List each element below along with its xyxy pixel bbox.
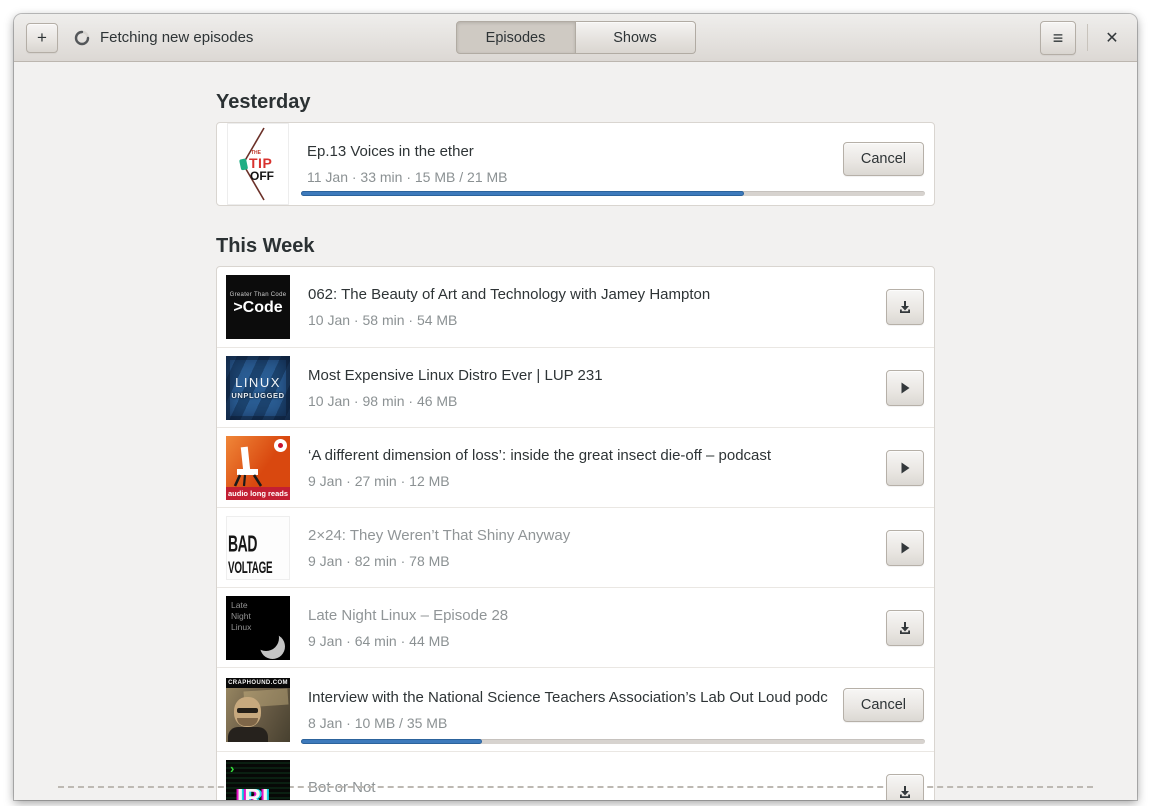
tab-shows[interactable]: Shows (575, 21, 696, 54)
play-icon (901, 382, 910, 393)
podcasts-app-window: + Fetching new episodes Episodes Shows ≡… (14, 14, 1137, 800)
episode-row[interactable]: › IRL Bot or Not (217, 751, 934, 800)
episode-meta: 8 Jan · 10 MB / 35 MB (308, 714, 448, 731)
download-progress-fill (301, 739, 482, 744)
download-progress-bar (301, 191, 925, 196)
episode-meta: 9 Jan · 64 min · 44 MB (308, 632, 450, 649)
podcast-cover-greater-than-code: Greater Than Code >Code (226, 275, 290, 339)
episode-title: Ep.13 Voices in the ether (307, 143, 474, 160)
episode-title: Late Night Linux – Episode 28 (308, 606, 509, 624)
view-switcher: Episodes Shows (455, 21, 696, 54)
portrait-body-graphic (228, 726, 268, 742)
cancel-download-button[interactable]: Cancel (842, 142, 924, 176)
play-episode-button[interactable] (886, 449, 924, 486)
glasses-graphic (237, 707, 258, 713)
beard-graphic (237, 717, 258, 726)
yesterday-card: THE TIP OFF Ep.13 Voices in the ether 11… (216, 122, 935, 206)
status-text: Fetching new episodes (100, 29, 254, 46)
titlebar-separator (1087, 24, 1088, 51)
podcast-cover-linux-unplugged: LINUX UNPLUGGED (226, 355, 290, 420)
tab-episodes[interactable]: Episodes (455, 21, 576, 54)
podcast-cover-audio-long-reads: audio long reads (226, 435, 290, 500)
episode-meta: 10 Jan · 58 min · 54 MB (308, 312, 458, 328)
podcast-cover-bad-voltage: BAD VOLTAGE (226, 515, 290, 580)
episode-title: 2×24: They Weren’t That Shiny Anyway (308, 526, 571, 544)
episode-meta: 9 Jan · 82 min · 78 MB (308, 552, 450, 569)
podcast-cover-late-night-linux: Late Night Linux (226, 595, 290, 660)
episode-title: 062: The Beauty of Art and Technology wi… (308, 286, 711, 303)
episode-title: ‘A different dimension of loss’: inside … (308, 446, 772, 464)
episode-row[interactable]: CRAPHOUND.COM Interview with the Nationa… (217, 667, 934, 751)
episode-row[interactable]: Greater Than Code >Code 062: The Beauty … (217, 267, 934, 347)
episode-row[interactable]: audio long reads ‘A different dimension … (217, 427, 934, 507)
episode-title: Bot or Not (308, 778, 376, 796)
cancel-download-button[interactable]: Cancel (842, 687, 924, 722)
header-right-controls: ≡ ✕ (1040, 20, 1125, 55)
hamburger-icon: ≡ (1052, 27, 1064, 48)
crescent-moon-graphic (253, 624, 285, 659)
play-icon (901, 542, 910, 553)
episode-title: Interview with the National Science Teac… (308, 688, 829, 706)
download-icon (900, 301, 910, 313)
close-window-button[interactable]: ✕ (1099, 25, 1125, 51)
green-chevron-glyph: › (230, 760, 235, 776)
section-heading-this-week: This Week (216, 235, 315, 257)
episode-row[interactable]: BAD VOLTAGE 2×24: They Weren’t That Shin… (217, 507, 934, 587)
download-episode-button[interactable] (886, 289, 924, 325)
add-podcast-button[interactable]: + (26, 22, 58, 53)
podcast-cover-the-tip-off: THE TIP OFF (227, 123, 289, 205)
episode-row[interactable]: THE TIP OFF Ep.13 Voices in the ether 11… (217, 123, 934, 205)
download-icon (900, 785, 910, 798)
episode-meta: 9 Jan · 27 min · 12 MB (308, 472, 450, 489)
guardian-roundel-graphic (274, 438, 287, 452)
download-progress-bar (301, 739, 925, 744)
download-episode-button[interactable] (886, 609, 924, 646)
close-icon: ✕ (1105, 29, 1119, 47)
episode-meta: 10 Jan · 98 min · 46 MB (308, 392, 458, 409)
download-episode-button[interactable] (886, 773, 924, 800)
download-icon (900, 621, 910, 634)
episode-title: Most Expensive Linux Distro Ever | LUP 2… (308, 366, 603, 384)
podcast-cover-irl: › IRL (226, 759, 290, 800)
episode-row[interactable]: LINUX UNPLUGGED Most Expensive Linux Dis… (217, 347, 934, 427)
podcast-cover-craphound: CRAPHOUND.COM (226, 677, 290, 742)
play-episode-button[interactable] (886, 369, 924, 406)
play-icon (901, 462, 910, 473)
menu-button[interactable]: ≡ (1040, 20, 1076, 55)
spinner-icon (74, 30, 90, 46)
episode-meta: 11 Jan · 33 min · 15 MB / 21 MB (307, 169, 508, 185)
this-week-card: Greater Than Code >Code 062: The Beauty … (216, 266, 935, 800)
episodes-scroll-view: Yesterday THE TIP OFF Ep.13 Voices in th… (14, 62, 1137, 800)
section-heading-yesterday: Yesterday (216, 91, 311, 113)
header-bar: + Fetching new episodes Episodes Shows ≡… (14, 14, 1137, 62)
play-episode-button[interactable] (886, 529, 924, 566)
plus-icon: + (37, 28, 47, 47)
episode-row[interactable]: Late Night Linux Late Night Linux – Epis… (217, 587, 934, 667)
download-progress-fill (301, 191, 745, 196)
